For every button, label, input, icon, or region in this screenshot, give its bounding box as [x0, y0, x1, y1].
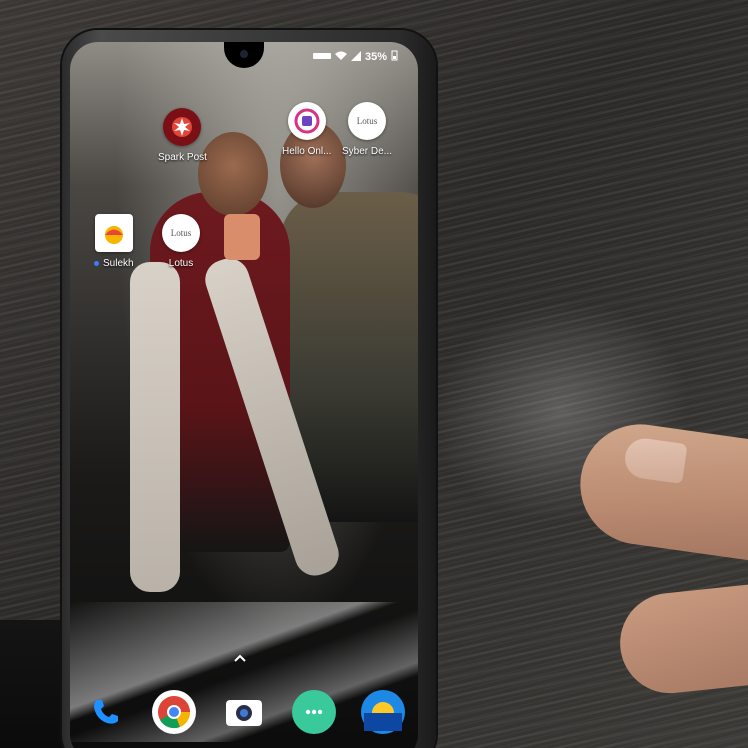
dock	[70, 682, 418, 742]
spark-post-icon	[163, 108, 202, 146]
app-label: Spark Post	[158, 152, 207, 163]
app-label-text: Sulekh	[103, 258, 134, 269]
app-hello-online[interactable]: Hello Onl...	[282, 102, 331, 157]
chrome-app[interactable]	[152, 690, 197, 734]
app-lotus[interactable]: Lotus Lotus	[162, 214, 200, 269]
app-label: Sulekh	[94, 258, 134, 269]
photo-scene: 35% Spark Post Hello Onl... Lotus Syber …	[0, 0, 748, 748]
wallpaper-handheld-phone	[224, 214, 260, 260]
app-label: Lotus	[168, 258, 194, 269]
camera-icon	[225, 700, 262, 726]
wallpaper-scarf-left	[130, 262, 180, 592]
wallpaper-head-left	[198, 132, 268, 216]
battery-icon	[391, 50, 398, 64]
signal-icon	[350, 50, 361, 64]
syber-icon: Lotus	[348, 102, 387, 140]
app-syber[interactable]: Lotus Syber De...	[342, 102, 392, 157]
messages-icon	[305, 709, 322, 715]
notch	[224, 42, 264, 68]
lotus-icon-text: Lotus	[170, 228, 192, 238]
weather-app[interactable]	[361, 690, 406, 734]
wallpaper	[130, 102, 418, 602]
messages-app[interactable]	[291, 690, 336, 734]
chrome-icon	[158, 696, 191, 729]
app-sulekha[interactable]: Sulekh	[94, 214, 134, 269]
app-drawer-chevron-up-icon[interactable]	[234, 650, 246, 662]
sulekha-icon	[94, 214, 133, 252]
sun-icon	[364, 702, 403, 731]
status-bar: 35%	[312, 50, 398, 64]
syber-icon-text: Lotus	[356, 116, 378, 126]
phone-app[interactable]	[83, 690, 127, 734]
app-label: Syber De...	[342, 146, 393, 157]
sim-icon	[312, 51, 331, 63]
new-badge	[94, 260, 99, 266]
phone-screen: 35% Spark Post Hello Onl... Lotus Syber …	[70, 42, 418, 748]
app-spark-post[interactable]: Spark Post	[158, 108, 207, 163]
camera-app[interactable]	[222, 690, 266, 734]
phone-icon	[93, 700, 118, 724]
finger-lower	[615, 581, 748, 699]
front-camera	[240, 50, 248, 58]
lotus-icon: Lotus	[162, 214, 200, 252]
app-label: Hello Onl...	[282, 146, 332, 157]
hello-online-icon	[287, 102, 326, 140]
wifi-icon	[334, 51, 347, 64]
battery-percent: 35%	[364, 51, 387, 63]
